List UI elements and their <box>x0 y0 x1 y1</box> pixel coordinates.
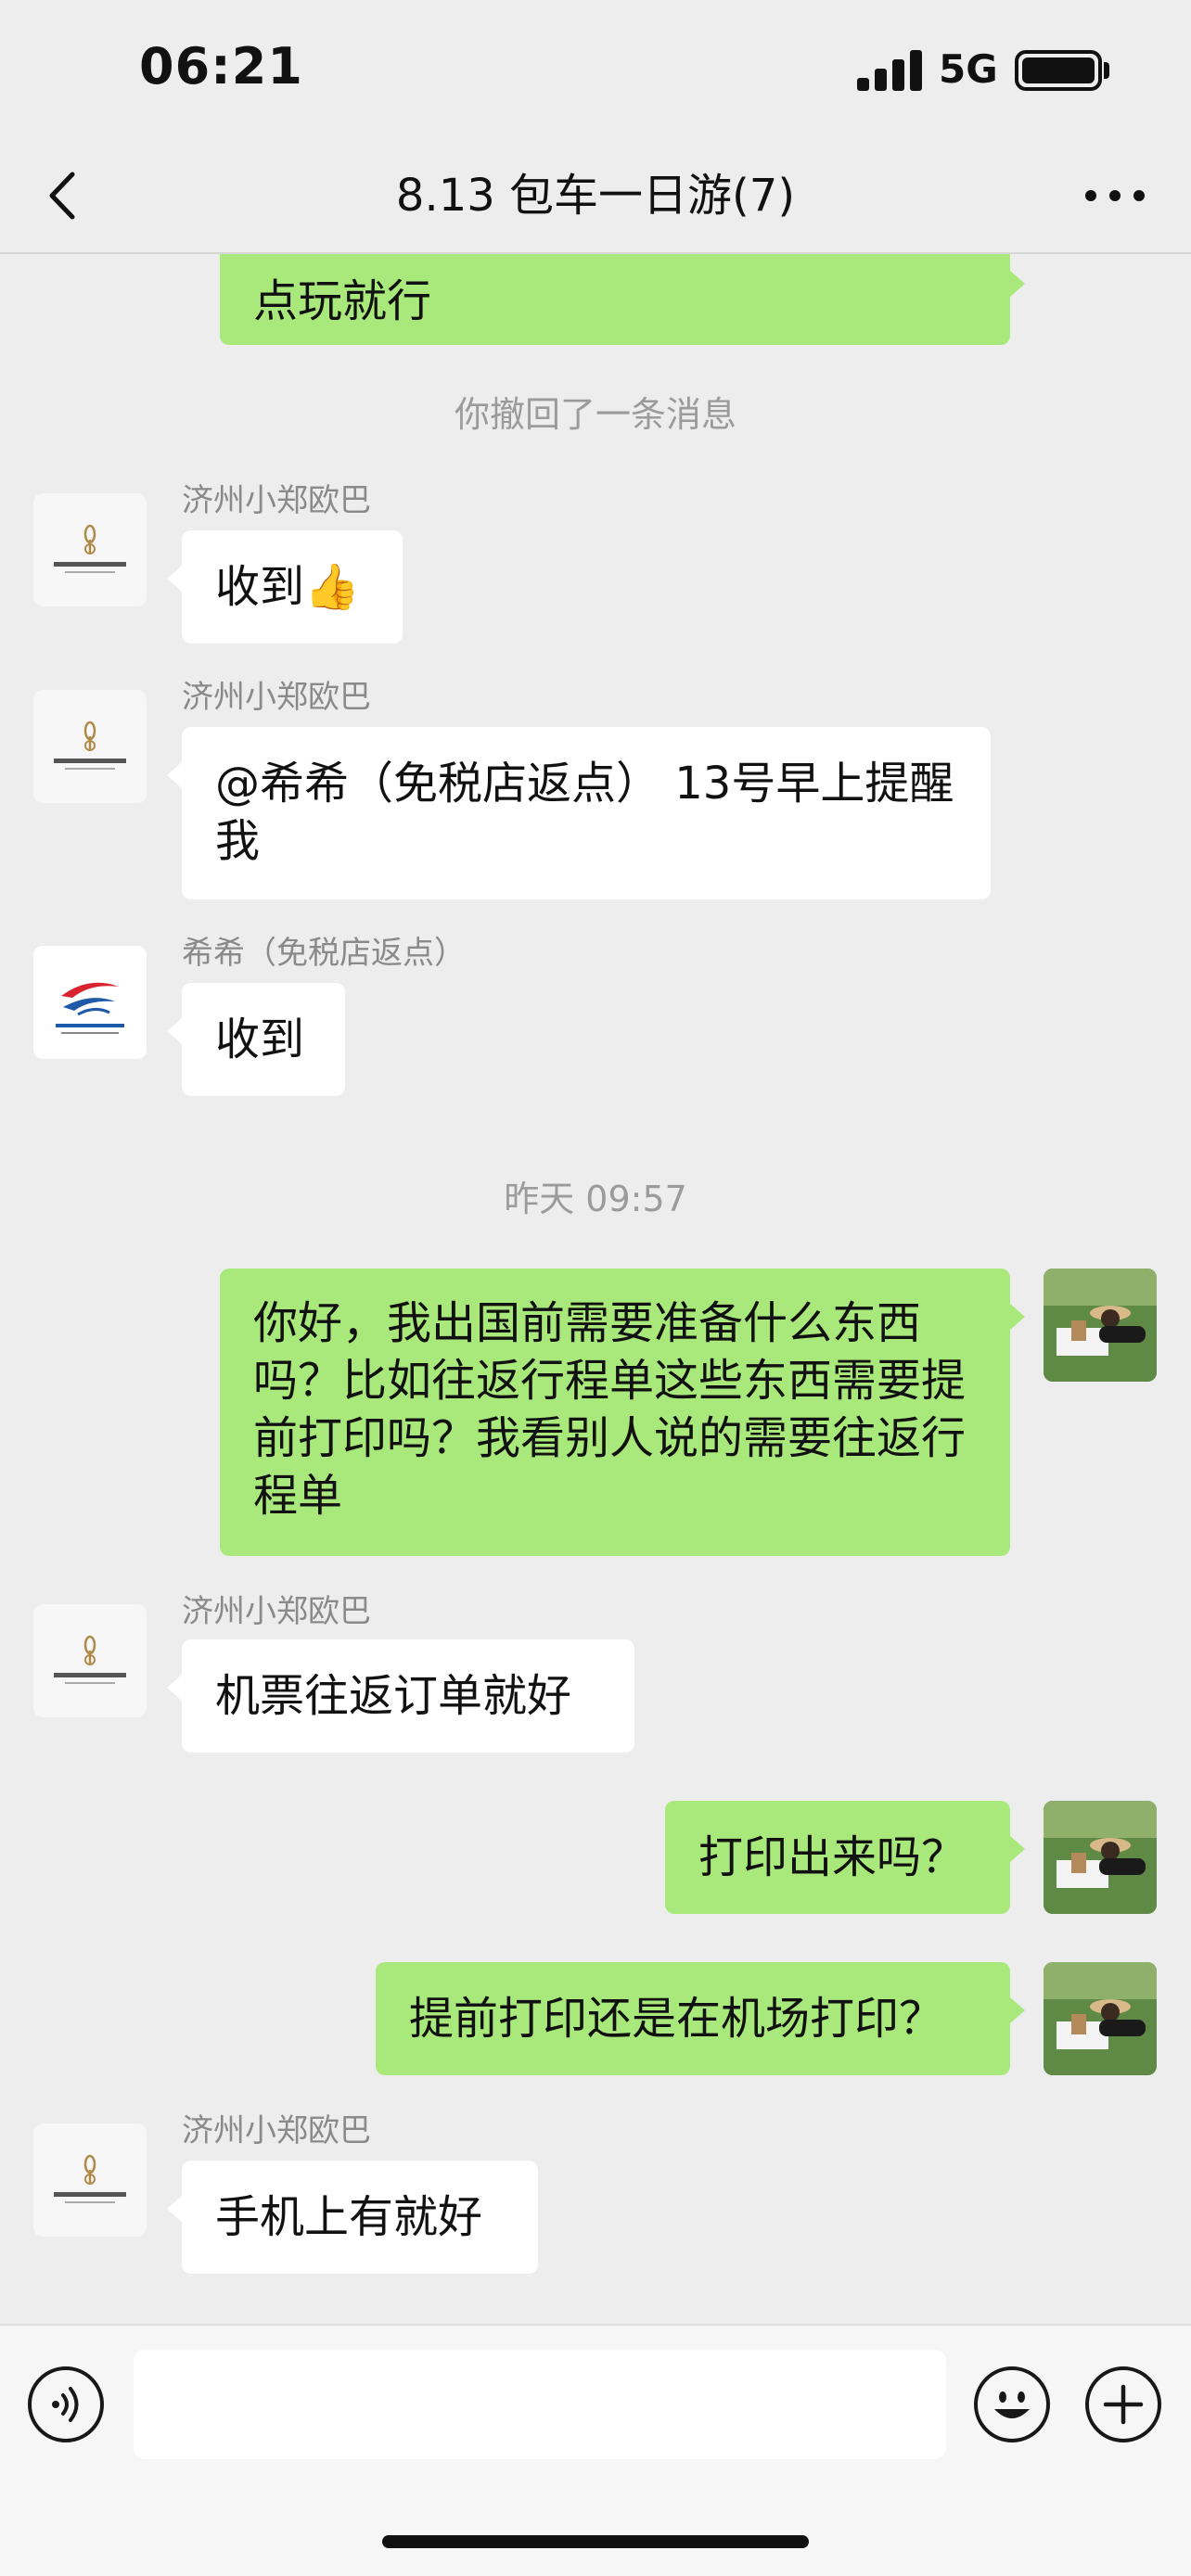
travel-agency-logo-icon <box>54 524 126 573</box>
message-bubble-outgoing[interactable]: 你好，我出国前需要准备什么东西吗？比如往返行程单这些东西需要提前打印吗？我看别人… <box>220 1269 1025 1556</box>
avatar[interactable] <box>33 2123 147 2237</box>
message-text: 机票往返订单就好 <box>215 1670 572 1722</box>
message-bubble-incoming[interactable]: 收到 <box>167 983 345 1096</box>
status-time: 06:21 <box>139 37 303 96</box>
message-bubble-incoming[interactable]: 手机上有就好 <box>167 2161 538 2274</box>
message-bubble-incoming[interactable]: @希希（免税店返点） 13号早上提醒我 <box>167 727 991 899</box>
message-text: 打印出来吗？ <box>698 1831 967 1883</box>
more-options-button[interactable] <box>1078 163 1152 228</box>
sender-name: 济州小郑欧巴 <box>182 482 371 519</box>
cellular-signal-icon <box>857 48 922 91</box>
emoji-icon <box>994 2391 1030 2418</box>
avatar[interactable] <box>33 946 147 1059</box>
sender-name: 济州小郑欧巴 <box>182 679 371 716</box>
message-text: 收到👍 <box>215 561 360 613</box>
chat-title: 8.13 包车一日游(7) <box>395 170 796 222</box>
profile-photo-icon <box>1044 1801 1157 1914</box>
battery-icon <box>1015 50 1102 91</box>
chat-header: 8.13 包车一日游(7) <box>0 139 1191 254</box>
travel-agency-logo-icon <box>54 721 126 770</box>
message-list[interactable]: 点玩就行 你撤回了一条消息 济州小郑欧巴 收到👍 济州小郑欧巴 @希希（免税店返… <box>0 254 1191 2324</box>
message-input[interactable] <box>134 2350 946 2459</box>
message-bubble-incoming[interactable]: 收到👍 <box>167 530 403 644</box>
message-bubble-outgoing[interactable]: 点玩就行 <box>220 254 1025 345</box>
message-text: 提前打印还是在机场打印？ <box>409 1993 944 2045</box>
add-button[interactable] <box>1085 2366 1161 2442</box>
avatar[interactable] <box>33 1604 147 1717</box>
sender-name: 济州小郑欧巴 <box>182 2112 371 2149</box>
sender-name: 济州小郑欧巴 <box>182 1593 371 1630</box>
message-bubble-outgoing[interactable]: 打印出来吗？ <box>665 1801 1025 1914</box>
home-indicator[interactable] <box>382 2535 809 2548</box>
avatar-self[interactable] <box>1044 1962 1157 2075</box>
travel-agency-logo-icon <box>54 2154 126 2203</box>
message-text: 收到 <box>215 1014 305 1065</box>
voice-icon <box>52 2387 79 2422</box>
message-bubble-outgoing[interactable]: 提前打印还是在机场打印？ <box>376 1962 1025 2075</box>
battery-cap <box>1104 62 1109 79</box>
message-text: 点玩就行 <box>253 275 432 327</box>
plus-icon <box>1103 2384 1144 2425</box>
profile-photo-icon <box>1044 1269 1157 1382</box>
avatar[interactable] <box>33 690 147 803</box>
message-bubble-incoming[interactable]: 机票往返订单就好 <box>167 1639 634 1753</box>
avatar-self[interactable] <box>1044 1801 1157 1914</box>
more-icon <box>1085 190 1145 201</box>
network-type: 5G <box>939 46 998 92</box>
travel-company-logo-icon <box>56 982 124 1034</box>
message-text: 手机上有就好 <box>215 2191 483 2243</box>
sender-name: 希希（免税店返点） <box>182 935 466 972</box>
timestamp: 昨天 09:57 <box>504 1179 687 1219</box>
recall-notice: 你撤回了一条消息 <box>454 394 736 435</box>
travel-agency-logo-icon <box>54 1635 126 1684</box>
profile-photo-icon <box>1044 1962 1157 2075</box>
message-text: @希希（免税店返点） 13号早上提醒我 <box>215 758 954 867</box>
voice-button[interactable] <box>28 2366 104 2442</box>
emoji-button[interactable] <box>974 2366 1050 2442</box>
status-bar: 06:21 5G <box>0 0 1191 139</box>
message-text: 你好，我出国前需要准备什么东西吗？比如往返行程单这些东西需要提前打印吗？我看别人… <box>253 1297 967 1522</box>
avatar[interactable] <box>33 493 147 606</box>
avatar-self[interactable] <box>1044 1269 1157 1382</box>
